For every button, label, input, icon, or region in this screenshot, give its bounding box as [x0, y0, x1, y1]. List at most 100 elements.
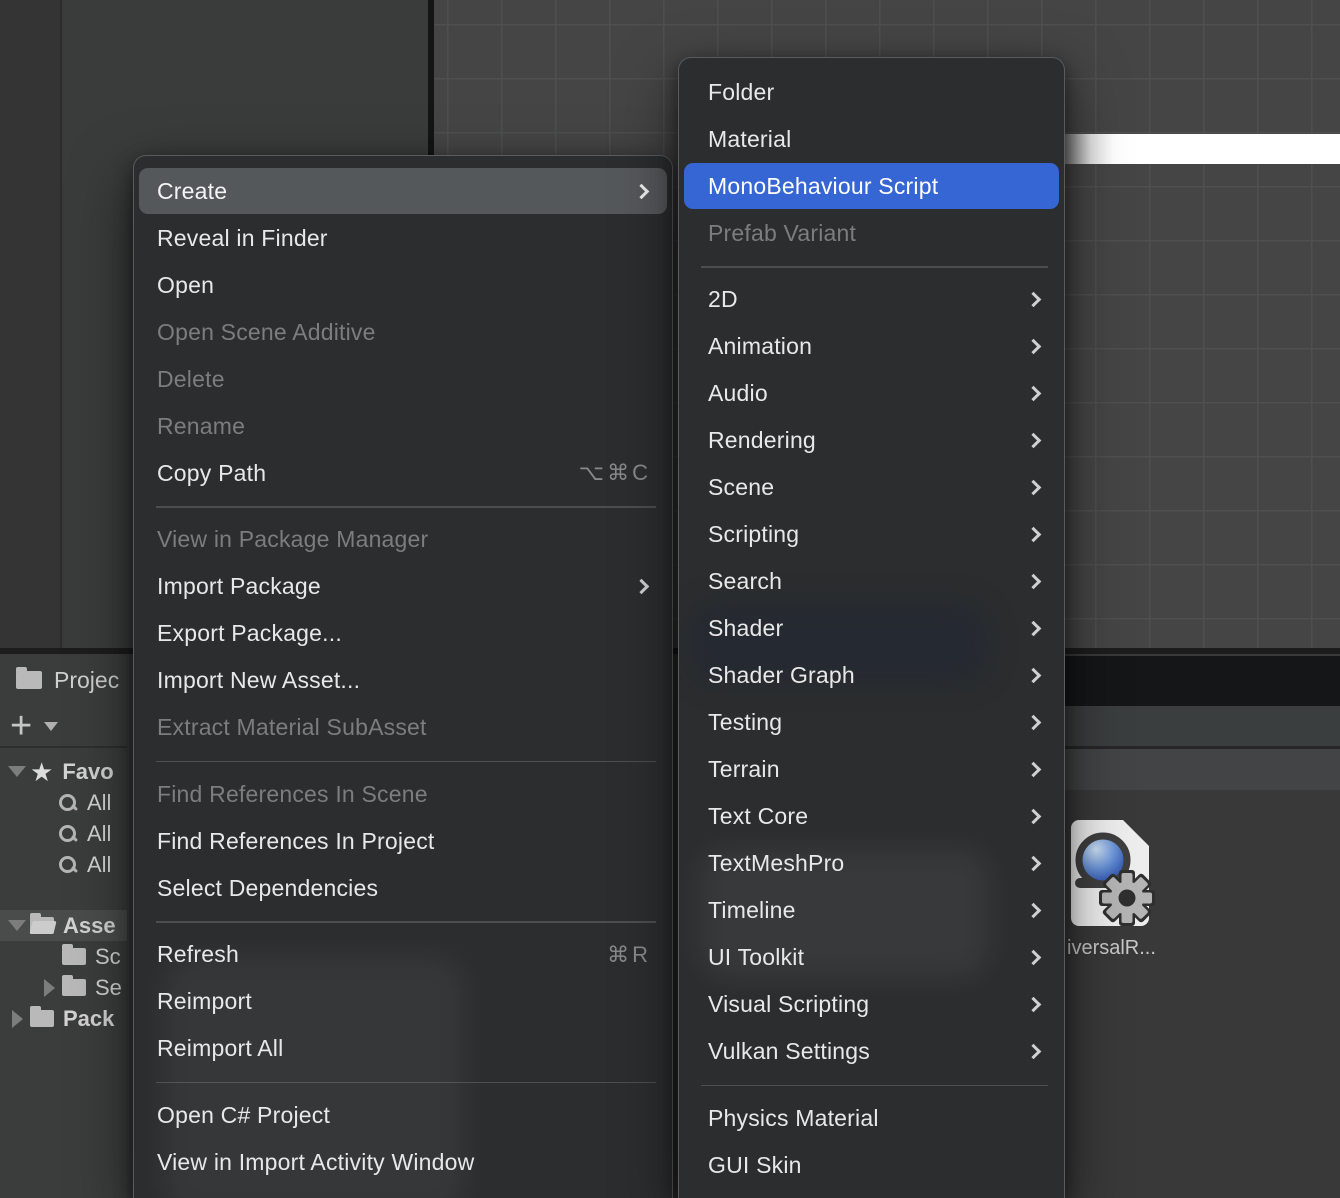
menu-item-label: Delete — [157, 366, 225, 393]
context-menu-item-view-in-import-activity-window[interactable]: View in Import Activity Window — [139, 1139, 667, 1185]
submenu-item-shader-graph[interactable]: Shader Graph — [684, 653, 1059, 699]
project-content-header — [1065, 656, 1340, 706]
menu-item-label: Testing — [708, 709, 782, 736]
submenu-item-scene[interactable]: Scene — [684, 465, 1059, 511]
shortcut-label: ⌘R — [607, 942, 651, 968]
submenu-item-visual-scripting[interactable]: Visual Scripting — [684, 982, 1059, 1028]
asset-label: iversalR... — [1067, 937, 1167, 960]
submenu-chevron-icon — [1026, 574, 1042, 590]
submenu-item-material[interactable]: Material — [684, 116, 1059, 162]
context-menu-item-import-new-asset[interactable]: Import New Asset... — [139, 658, 667, 704]
submenu-item-textmeshpro[interactable]: TextMeshPro — [684, 841, 1059, 887]
triangle-icon — [12, 1010, 23, 1028]
search-icon — [58, 824, 78, 844]
submenu-item-timeline[interactable]: Timeline — [684, 888, 1059, 934]
context-menu-item-select-dependencies[interactable]: Select Dependencies — [139, 865, 667, 911]
expander-closed-icon[interactable] — [4, 1010, 30, 1028]
triangle-icon — [44, 979, 55, 997]
menu-item-label: View in Package Manager — [157, 526, 428, 553]
tree-item-favo[interactable]: ★Favo — [0, 756, 127, 787]
context-menu-item-view-in-package-manager[interactable]: View in Package Manager — [139, 517, 667, 563]
submenu-item-vulkan-settings[interactable]: Vulkan Settings — [684, 1029, 1059, 1075]
project-tab[interactable]: Projec — [0, 654, 127, 706]
context-menu-item-extract-material-subasset[interactable]: Extract Material SubAsset — [139, 705, 667, 751]
submenu-chevron-icon — [634, 183, 650, 199]
tree-item-label: All — [87, 852, 111, 878]
context-menu-item-export-package[interactable]: Export Package... — [139, 611, 667, 657]
submenu-item-prefab-variant[interactable]: Prefab Variant — [684, 210, 1059, 256]
submenu-item-physics-material[interactable]: Physics Material — [684, 1095, 1059, 1141]
context-menu-item-refresh[interactable]: Refresh⌘R — [139, 932, 667, 978]
folder-icon — [30, 1010, 54, 1027]
menu-item-label: Shader Graph — [708, 662, 855, 689]
tree-item-asse[interactable]: Asse — [0, 910, 127, 941]
submenu-item-scripting[interactable]: Scripting — [684, 512, 1059, 558]
submenu-item-rendering[interactable]: Rendering — [684, 418, 1059, 464]
expander-closed-icon[interactable] — [36, 979, 62, 997]
context-menu-item-reimport[interactable]: Reimport — [139, 979, 667, 1025]
menu-item-label: 2D — [708, 286, 738, 313]
menu-separator — [156, 761, 656, 763]
menu-separator — [156, 506, 656, 508]
context-menu-item-find-references-in-project[interactable]: Find References In Project — [139, 818, 667, 864]
menu-item-label: Text Core — [708, 803, 808, 830]
unity-editor-screen: Projec + ★FavoAllAllAllAsseScSePack — [0, 0, 1340, 1198]
tree-item-all[interactable]: All — [0, 818, 127, 849]
menu-item-label: Scene — [708, 474, 774, 501]
submenu-item-ui-toolkit[interactable]: UI Toolkit — [684, 935, 1059, 981]
context-menu-item-import-package[interactable]: Import Package — [139, 564, 667, 610]
submenu-item-gui-skin[interactable]: GUI Skin — [684, 1142, 1059, 1188]
menu-item-label: Copy Path — [157, 460, 266, 487]
project-tab-label: Projec — [54, 667, 119, 694]
expander-open-icon[interactable] — [4, 766, 30, 777]
triangle-icon — [8, 920, 26, 931]
menu-item-label: Find References In Project — [157, 828, 435, 855]
star-icon: ★ — [30, 759, 53, 785]
context-menu-item-reimport-all[interactable]: Reimport All — [139, 1026, 667, 1072]
submenu-item-monobehaviour-script[interactable]: MonoBehaviour Script — [684, 163, 1059, 209]
submenu-item-animation[interactable]: Animation — [684, 324, 1059, 370]
menu-item-label: Import Package — [157, 573, 321, 600]
context-menu-item-rename[interactable]: Rename — [139, 403, 667, 449]
scriptable-object-asset-icon — [1067, 816, 1159, 930]
menu-item-label: Export Package... — [157, 620, 342, 647]
chevron-down-icon[interactable] — [44, 722, 58, 731]
expander-open-icon[interactable] — [4, 920, 30, 931]
context-menu-item-open[interactable]: Open — [139, 262, 667, 308]
search-icon — [58, 855, 78, 875]
submenu-item-testing[interactable]: Testing — [684, 700, 1059, 746]
triangle-icon — [8, 766, 26, 777]
submenu-item-audio[interactable]: Audio — [684, 371, 1059, 417]
submenu-item-folder[interactable]: Folder — [684, 69, 1059, 115]
menu-item-label: Select Dependencies — [157, 875, 378, 902]
submenu-chevron-icon — [1026, 668, 1042, 684]
submenu-item-2d[interactable]: 2D — [684, 277, 1059, 323]
project-toolbar-band — [1065, 706, 1340, 746]
tree-item-label: Sc — [95, 944, 121, 970]
gear-icon — [1099, 870, 1155, 926]
context-menu-item-copy-path[interactable]: Copy Path⌥⌘C — [139, 450, 667, 496]
submenu-item-terrain[interactable]: Terrain — [684, 747, 1059, 793]
tree-item-all[interactable]: All — [0, 787, 127, 818]
context-menu-item-find-references-in-scene[interactable]: Find References In Scene — [139, 771, 667, 817]
submenu-item-shader[interactable]: Shader — [684, 606, 1059, 652]
tree-item-all[interactable]: All — [0, 849, 127, 880]
folder-icon — [62, 948, 86, 965]
context-menu-item-create[interactable]: Create — [139, 168, 667, 214]
add-asset-button[interactable]: + — [10, 707, 32, 745]
submenu-item-search[interactable]: Search — [684, 559, 1059, 605]
asset-item-universal-render-pipeline[interactable]: iversalR... — [1067, 816, 1167, 960]
context-menu-item-delete[interactable]: Delete — [139, 356, 667, 402]
submenu-item-text-core[interactable]: Text Core — [684, 794, 1059, 840]
context-menu-item-reveal-in-finder[interactable]: Reveal in Finder — [139, 215, 667, 261]
folder-icon — [16, 671, 42, 689]
context-menu-item-open-scene-additive[interactable]: Open Scene Additive — [139, 309, 667, 355]
tree-item-se[interactable]: Se — [0, 972, 127, 1003]
tree-item-sc[interactable]: Sc — [0, 941, 127, 972]
project-tree: ★FavoAllAllAllAsseScSePack — [0, 748, 127, 1034]
search-icon — [58, 793, 78, 813]
tree-item-pack[interactable]: Pack — [0, 1003, 127, 1034]
tree-item-label: Asse — [63, 913, 116, 939]
submenu-chevron-icon — [1026, 762, 1042, 778]
context-menu-item-open-c-project[interactable]: Open C# Project — [139, 1092, 667, 1138]
